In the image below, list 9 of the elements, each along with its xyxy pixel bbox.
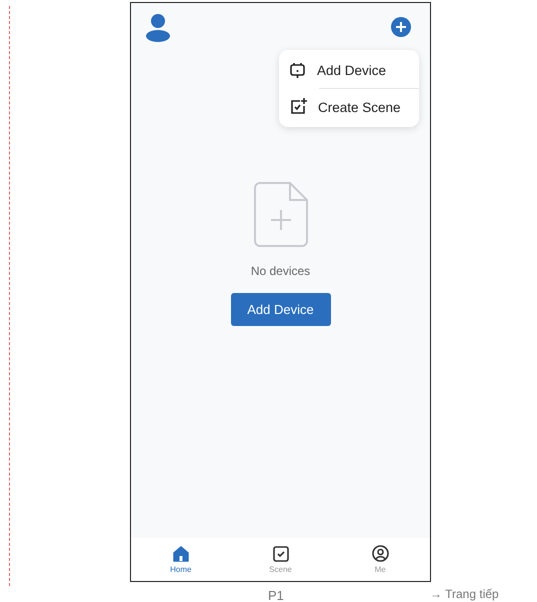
next-page-link[interactable]: → Trang tiếp [430,587,499,601]
page-caption: P1 [268,588,284,602]
menu-item[interactable]: Add Device [279,52,419,88]
empty-message: No devices [250,264,310,278]
menu-item[interactable]: Create Scene [279,89,419,125]
nav-tab[interactable]: Home [131,538,231,581]
nav-tab[interactable]: Me [330,538,430,581]
nav-tab[interactable]: Scene [230,538,330,581]
add-device-button[interactable]: Add Device [230,293,330,326]
